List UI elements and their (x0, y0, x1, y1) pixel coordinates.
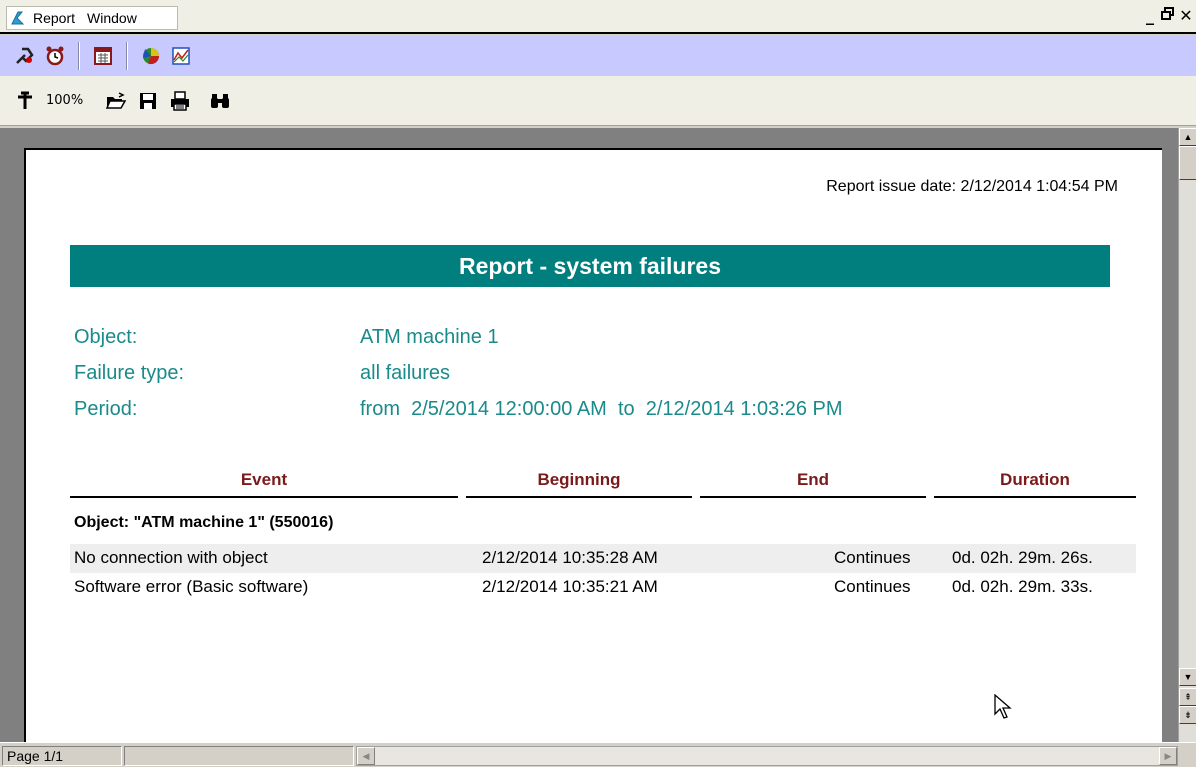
pie-chart-icon[interactable] (138, 42, 164, 70)
cell-end: Continues (834, 548, 911, 567)
column-header-end: End (700, 470, 926, 498)
zoom-pin-icon[interactable] (12, 87, 38, 115)
report-viewer[interactable]: Report issue date: 2/12/2014 1:04:54 PM … (0, 128, 1178, 742)
status-panel (124, 746, 354, 766)
report-title-text: Report - system failures (458, 252, 722, 279)
restore-button[interactable] (1160, 6, 1176, 26)
period-label: Period: (74, 398, 138, 420)
menu-report[interactable]: Report (29, 10, 83, 26)
page-indicator: Page 1/1 (2, 746, 122, 766)
toolbar-separator (126, 42, 128, 70)
scroll-left-button[interactable]: ◀ (357, 747, 375, 765)
cell-end: Continues (834, 577, 911, 596)
horizontal-scrollbar[interactable]: ◀ ▶ (356, 746, 1178, 766)
failure-type-label: Failure type: (74, 362, 185, 384)
toolbar-separator (78, 42, 80, 70)
status-bar: Page 1/1 ◀ ▶ (0, 742, 1196, 767)
table-row: No connection with object 2/12/2014 10:3… (70, 544, 1136, 573)
find-icon[interactable] (207, 87, 233, 115)
column-header-beginning: Beginning (466, 470, 692, 498)
vertical-scrollbar[interactable]: ▲ ▼ ⇞ ⇟ (1178, 128, 1196, 742)
failure-type-value: all failures (360, 362, 451, 384)
object-label: Object: (74, 326, 138, 348)
cell-duration: 0d. 02h. 29m. 26s. (952, 548, 1093, 567)
app-logo-icon (7, 8, 29, 28)
toolbar-secondary: 100% (0, 76, 1196, 126)
scroll-thumb[interactable] (1179, 146, 1196, 180)
alarm-clock-icon[interactable] (42, 42, 68, 70)
print-icon[interactable] (167, 87, 193, 115)
page-up-button[interactable]: ⇞ (1179, 688, 1196, 706)
scroll-up-button[interactable]: ▲ (1179, 128, 1196, 146)
report-title: Report - system failures (70, 245, 1110, 287)
page-down-button[interactable]: ⇟ (1179, 706, 1196, 724)
cell-event: No connection with object (74, 548, 268, 567)
report-page: Report issue date: 2/12/2014 1:04:54 PM … (24, 148, 1162, 742)
mouse-cursor-icon (994, 693, 1014, 727)
line-chart-icon[interactable] (168, 42, 194, 70)
cell-beginning: 2/12/2014 10:35:28 AM (482, 548, 658, 567)
close-button[interactable]: ✕ (1178, 6, 1194, 26)
tools-icon[interactable] (12, 42, 38, 70)
window-controls: _ ✕ (1142, 6, 1194, 26)
cell-duration: 0d. 02h. 29m. 33s. (952, 577, 1093, 596)
column-header-duration: Duration (934, 470, 1136, 498)
object-group-heading: Object: "ATM machine 1" (550016) (74, 514, 334, 531)
scroll-down-button[interactable]: ▼ (1179, 668, 1196, 686)
table-row: Software error (Basic software) 2/12/201… (70, 573, 1136, 602)
object-value: ATM machine 1 (360, 326, 499, 348)
column-header-event: Event (70, 470, 458, 498)
minimize-button[interactable]: _ (1142, 6, 1158, 26)
cell-beginning: 2/12/2014 10:35:21 AM (482, 577, 658, 596)
toolbar-primary (0, 36, 1196, 76)
menu-strip: Report Window (6, 6, 178, 30)
calendar-icon[interactable] (90, 42, 116, 70)
period-value: from 2/5/2014 12:00:00 AM to 2/12/2014 1… (360, 398, 843, 420)
save-icon[interactable] (135, 87, 161, 115)
open-folder-icon[interactable] (103, 87, 129, 115)
menu-window[interactable]: Window (83, 10, 145, 26)
menu-bar: Report Window _ ✕ (0, 0, 1196, 34)
zoom-level[interactable]: 100% (46, 93, 83, 108)
report-issue-date: Report issue date: 2/12/2014 1:04:54 PM (826, 178, 1118, 195)
cell-event: Software error (Basic software) (74, 577, 309, 596)
scroll-right-button[interactable]: ▶ (1159, 747, 1177, 765)
